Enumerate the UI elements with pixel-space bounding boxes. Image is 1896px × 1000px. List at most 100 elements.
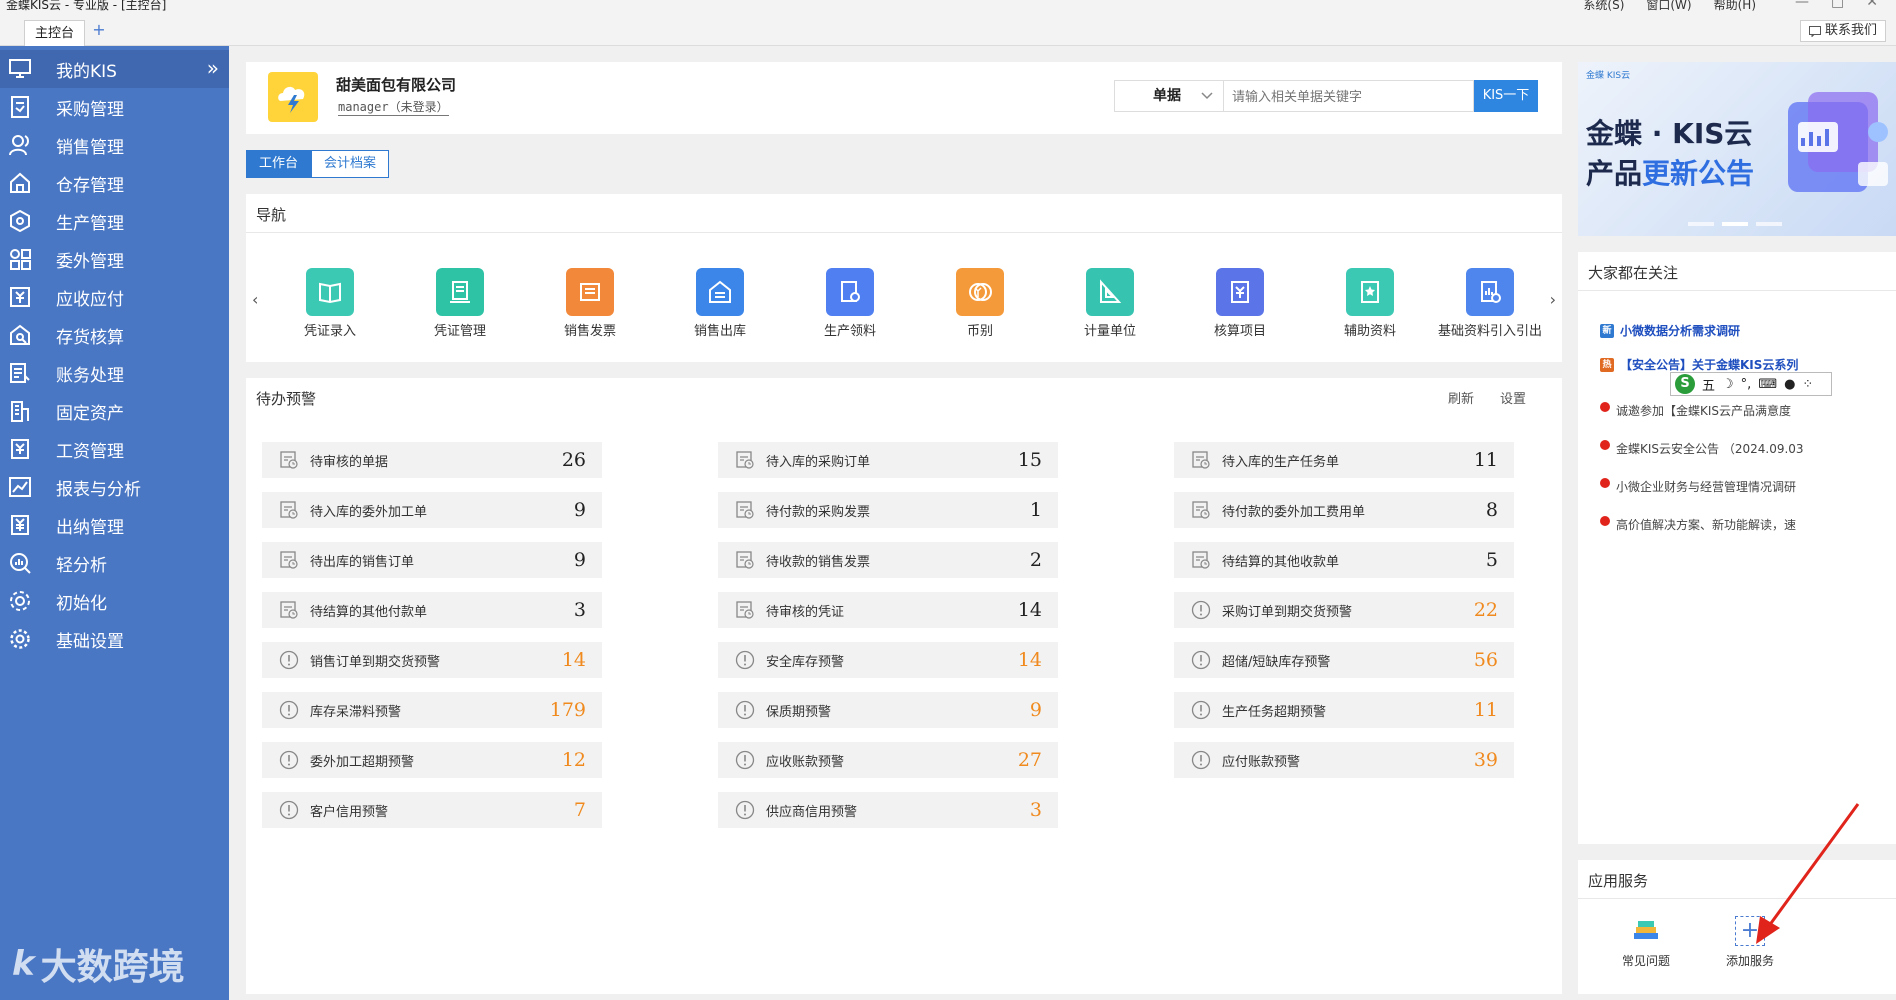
- focus-item[interactable]: 热 【安全公告】关于金蝶KIS云系列: [1600, 356, 1798, 373]
- menu-help[interactable]: 帮助(H): [1714, 0, 1756, 13]
- current-user-link[interactable]: manager（未登录）: [338, 98, 449, 116]
- todo-item[interactable]: 销售订单到期交货预警 14: [262, 642, 602, 678]
- todo-item[interactable]: 待审核的单据 26: [262, 442, 602, 478]
- sidebar-item-cashier[interactable]: 出纳管理: [0, 506, 229, 544]
- todo-item[interactable]: 待付款的委外加工费用单 8: [1174, 492, 1514, 528]
- search-type-select[interactable]: 单据: [1114, 80, 1224, 112]
- todo-item[interactable]: 应付账款预警 39: [1174, 742, 1514, 778]
- todo-count[interactable]: 5: [1486, 549, 1498, 571]
- todo-count[interactable]: 3: [574, 599, 586, 621]
- sidebar-item-sales[interactable]: 销售管理: [0, 126, 229, 164]
- sidebar-item-light-analysis[interactable]: 轻分析: [0, 544, 229, 582]
- todo-item[interactable]: 待入库的采购订单 15: [718, 442, 1058, 478]
- close-button[interactable]: ✕: [1866, 0, 1878, 10]
- todo-count[interactable]: 39: [1474, 749, 1498, 771]
- minimize-button[interactable]: —: [1795, 0, 1809, 10]
- sidebar-item-inventory[interactable]: 存货核算: [0, 316, 229, 354]
- nav-basic-data-import[interactable]: 基础资料引入引出: [1436, 268, 1544, 339]
- sidebar-item-salary[interactable]: 工资管理: [0, 430, 229, 468]
- focus-item[interactable]: 诚邀参加【金蝶KIS云产品满意度: [1600, 401, 1791, 419]
- nav-measure-unit[interactable]: 计量单位: [1060, 268, 1160, 339]
- sidebar-item-report[interactable]: 报表与分析: [0, 468, 229, 506]
- sidebar-item-init[interactable]: 初始化: [0, 582, 229, 620]
- todo-item[interactable]: 安全库存预警 14: [718, 642, 1058, 678]
- search-button[interactable]: KIS一下: [1474, 80, 1538, 112]
- nav-sales-invoice[interactable]: 销售发票: [540, 268, 640, 339]
- nav-voucher-management[interactable]: 凭证管理: [410, 268, 510, 339]
- todo-item[interactable]: 待出库的销售订单 9: [262, 542, 602, 578]
- todo-count[interactable]: 14: [1018, 649, 1042, 671]
- todo-count[interactable]: 14: [1018, 599, 1042, 621]
- nav-next-icon[interactable]: ›: [1550, 290, 1556, 309]
- nav-auxiliary-data[interactable]: 辅助资料: [1320, 268, 1420, 339]
- focus-item[interactable]: 小微企业财务与经营管理情况调研: [1600, 477, 1796, 495]
- todo-count[interactable]: 12: [562, 749, 586, 771]
- todo-count[interactable]: 3: [1030, 799, 1042, 821]
- todo-count[interactable]: 9: [1030, 699, 1042, 721]
- todo-item[interactable]: 待入库的生产任务单 11: [1174, 442, 1514, 478]
- focus-item[interactable]: 金蝶KIS云安全公告 （2024.09.03: [1600, 439, 1804, 457]
- nav-prev-icon[interactable]: ‹: [252, 290, 258, 309]
- todo-item[interactable]: 应收账款预警 27: [718, 742, 1058, 778]
- todo-item[interactable]: 待收款的销售发票 2: [718, 542, 1058, 578]
- nav-voucher-entry[interactable]: 凭证录入: [280, 268, 380, 339]
- nav-currency[interactable]: 币别: [930, 268, 1030, 339]
- todo-item[interactable]: 生产任务超期预警 11: [1174, 692, 1514, 728]
- todo-count[interactable]: 9: [574, 499, 586, 521]
- menu-system[interactable]: 系统(S): [1583, 0, 1624, 13]
- sidebar-item-ledger[interactable]: 账务处理: [0, 354, 229, 392]
- todo-count[interactable]: 14: [562, 649, 586, 671]
- todo-item[interactable]: 供应商信用预警 3: [718, 792, 1058, 828]
- todo-count[interactable]: 22: [1474, 599, 1498, 621]
- tab-workbench[interactable]: 工作台: [246, 150, 312, 178]
- sidebar-item-basic-settings[interactable]: 基础设置: [0, 620, 229, 658]
- tab-main-console[interactable]: 主控台: [24, 20, 86, 46]
- todo-item[interactable]: 采购订单到期交货预警 22: [1174, 592, 1514, 628]
- todo-item[interactable]: 待结算的其他收款单 5: [1174, 542, 1514, 578]
- sidebar-item-receivable[interactable]: 应收应付: [0, 278, 229, 316]
- todo-count[interactable]: 27: [1018, 749, 1042, 771]
- service-faq[interactable]: 常见问题: [1606, 916, 1686, 969]
- contact-us-button[interactable]: 联系我们: [1799, 20, 1886, 42]
- maximize-button[interactable]: □: [1831, 0, 1844, 10]
- focus-item[interactable]: 新 小微数据分析需求调研: [1600, 322, 1740, 339]
- sidebar-item-warehouse[interactable]: 仓存管理: [0, 164, 229, 202]
- todo-count[interactable]: 11: [1474, 699, 1498, 721]
- todo-item[interactable]: 超储/短缺库存预警 56: [1174, 642, 1514, 678]
- nav-sales-outbound[interactable]: 销售出库: [670, 268, 770, 339]
- menu-window[interactable]: 窗口(W): [1646, 0, 1691, 13]
- todo-item[interactable]: 客户信用预警 7: [262, 792, 602, 828]
- ime-toolbar[interactable]: S 五 ☽ °, ⌨ ● ⁘: [1670, 372, 1832, 396]
- todo-item[interactable]: 保质期预警 9: [718, 692, 1058, 728]
- nav-accounting-item[interactable]: 核算项目: [1190, 268, 1290, 339]
- todo-count[interactable]: 8: [1486, 499, 1498, 521]
- sidebar-item-fixed-asset[interactable]: 固定资产: [0, 392, 229, 430]
- sidebar-item-purchase[interactable]: 采购管理: [0, 88, 229, 126]
- todo-count[interactable]: 9: [574, 549, 586, 571]
- todo-count[interactable]: 179: [550, 699, 586, 721]
- todo-item[interactable]: 库存呆滞料预警 179: [262, 692, 602, 728]
- todo-count[interactable]: 2: [1030, 549, 1042, 571]
- sidebar-item-production[interactable]: 生产管理: [0, 202, 229, 240]
- product-update-banner[interactable]: 金蝶 KIS云 金蝶 · KIS云 产品更新公告: [1578, 62, 1896, 236]
- banner-dot[interactable]: [1688, 222, 1714, 226]
- collapse-sidebar-icon[interactable]: »: [207, 56, 219, 80]
- todo-item[interactable]: 待入库的委外加工单 9: [262, 492, 602, 528]
- banner-dot-active[interactable]: [1722, 222, 1748, 226]
- todo-item[interactable]: 待审核的凭证 14: [718, 592, 1058, 628]
- add-tab-button[interactable]: +: [90, 22, 108, 40]
- todo-count[interactable]: 56: [1474, 649, 1498, 671]
- todo-item[interactable]: 待结算的其他付款单 3: [262, 592, 602, 628]
- todo-item[interactable]: 委外加工超期预警 12: [262, 742, 602, 778]
- focus-item[interactable]: 高价值解决方案、新功能解读，速: [1600, 515, 1796, 533]
- todo-count[interactable]: 11: [1474, 449, 1498, 471]
- sidebar-item-outsource[interactable]: 委外管理: [0, 240, 229, 278]
- todo-count[interactable]: 1: [1030, 499, 1042, 521]
- banner-dot[interactable]: [1756, 222, 1782, 226]
- refresh-link[interactable]: 刷新: [1448, 388, 1474, 407]
- settings-link[interactable]: 设置: [1500, 388, 1526, 407]
- sidebar-item-my-kis[interactable]: 我的KIS »: [0, 50, 229, 88]
- todo-count[interactable]: 15: [1018, 449, 1042, 471]
- todo-item[interactable]: 待付款的采购发票 1: [718, 492, 1058, 528]
- tab-accounting-archive[interactable]: 会计档案: [311, 150, 390, 178]
